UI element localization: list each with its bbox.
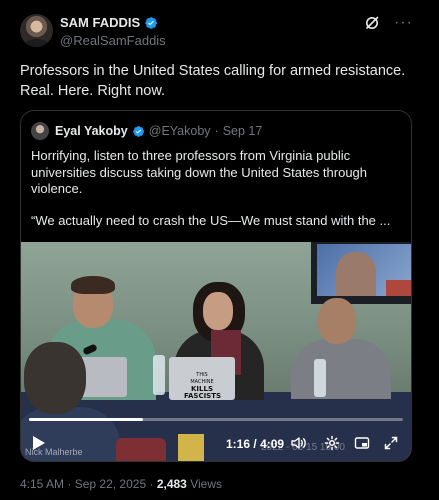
- quoted-post[interactable]: Eyal Yakoby @EYakoby · Sep 17 Horrifying…: [20, 110, 412, 462]
- picture-in-picture-icon[interactable]: [354, 435, 370, 451]
- post-footer: 4:15 AM · Sep 22, 2025 · 2,483 Views: [20, 477, 222, 491]
- author-display-name[interactable]: SAM FADDIS: [60, 15, 140, 30]
- video-progress-fill: [29, 418, 144, 421]
- red-chair: [116, 438, 166, 461]
- speaker-right: [291, 339, 391, 399]
- quoted-author-handle: @EYakoby: [148, 124, 211, 138]
- quoted-author-name: Eyal Yakoby: [55, 124, 128, 138]
- book: [178, 434, 204, 461]
- video-time-separator: /: [253, 437, 257, 451]
- video-current-time: 1:16: [226, 437, 251, 451]
- video-time: 1:16 / 4:09: [226, 437, 284, 451]
- speaker-left-hair: [71, 276, 115, 294]
- speaker-middle-head: [203, 292, 233, 330]
- quoted-post-date: Sep 17: [222, 124, 263, 138]
- grok-icon[interactable]: [364, 15, 380, 31]
- water-bottle: [153, 355, 165, 395]
- verified-badge-icon: [145, 16, 158, 29]
- laptop-sticker-bottom: KILLS FASCISTS: [184, 385, 222, 400]
- post-date[interactable]: Sep 22, 2025: [75, 477, 146, 491]
- author-name-row: SAM FADDIS: [60, 15, 158, 30]
- laptop-sticker-top: THIS MACHINE: [190, 372, 214, 385]
- play-icon[interactable]: [32, 435, 46, 451]
- video-duration: 4:09: [260, 437, 285, 451]
- verified-badge-icon: [132, 125, 144, 137]
- post-header-actions: ···: [364, 15, 413, 31]
- video-screen-detail: [386, 280, 411, 296]
- audience-member-head: [24, 342, 86, 414]
- views-label: Views: [190, 477, 222, 491]
- quoted-post-text: Horrifying, listen to three professors f…: [31, 148, 368, 196]
- post-text: Professors in the United States calling …: [20, 63, 406, 99]
- quoted-author-avatar: [31, 122, 49, 140]
- footer-separator: ·: [67, 477, 72, 491]
- post-time[interactable]: 4:15 AM: [20, 477, 64, 491]
- quoted-post-quote-line: “We actually need to crash the US—We mus…: [31, 213, 391, 228]
- more-icon[interactable]: ···: [394, 15, 413, 31]
- footer-separator: ·: [149, 477, 154, 491]
- video-screen-person: [336, 252, 376, 296]
- expand-icon[interactable]: [383, 435, 399, 451]
- quoted-post-header: Eyal Yakoby @EYakoby · Sep 17: [55, 124, 262, 138]
- laptop-sticker: THIS MACHINE KILLS FASCISTS: [184, 372, 222, 400]
- author-handle[interactable]: @RealSamFaddis: [60, 33, 166, 48]
- volume-icon[interactable]: [291, 435, 307, 451]
- video-progress-bar[interactable]: [29, 418, 403, 421]
- video-player[interactable]: THIS MACHINE KILLS FASCISTS 2022 - 03 15…: [21, 242, 411, 461]
- speaker-right-head: [318, 298, 356, 344]
- water-bottle: [314, 359, 326, 397]
- post: SAM FADDIS @RealSamFaddis ··· Professors…: [0, 0, 439, 500]
- author-avatar[interactable]: [20, 14, 53, 47]
- views-count: 2,483: [156, 477, 187, 491]
- quoted-meta-separator: ·: [214, 124, 219, 138]
- laptop-left: [79, 357, 127, 397]
- settings-icon[interactable]: [324, 435, 340, 451]
